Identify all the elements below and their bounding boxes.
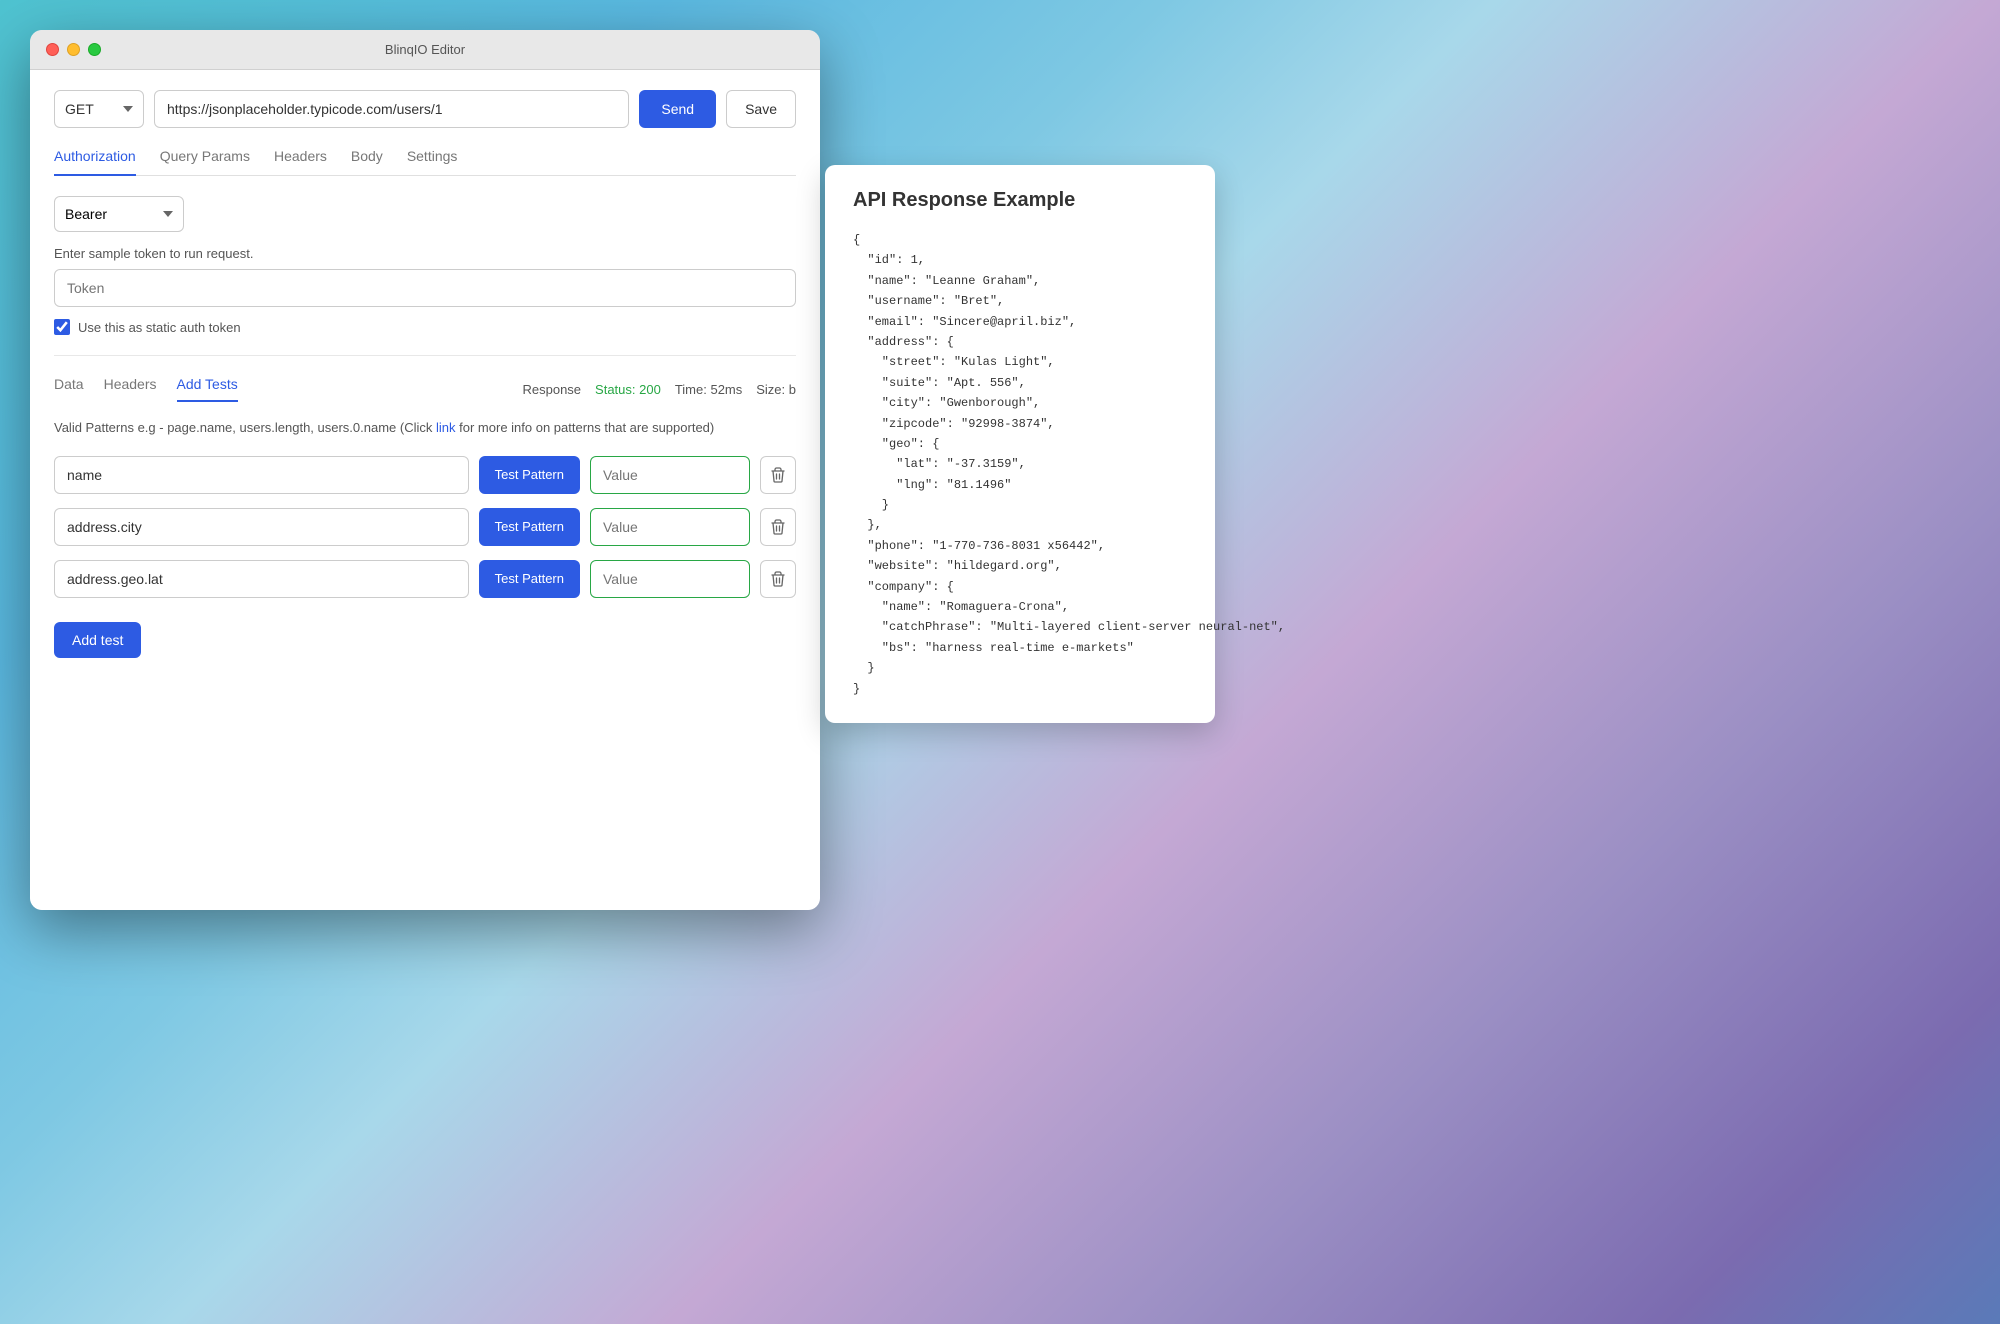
- save-button[interactable]: Save: [726, 90, 796, 128]
- tab-settings[interactable]: Settings: [407, 148, 458, 176]
- value-input-2[interactable]: [590, 508, 750, 546]
- traffic-lights: [46, 43, 101, 56]
- add-test-button[interactable]: Add test: [54, 622, 141, 658]
- tab-headers[interactable]: Headers: [274, 148, 327, 176]
- api-response-panel: API Response Example { "id": 1, "name": …: [825, 165, 1215, 723]
- url-input[interactable]: [154, 90, 629, 128]
- pattern-info: Valid Patterns e.g - page.name, users.le…: [54, 418, 796, 438]
- editor-window: BlinqIO Editor GET POST PUT DELETE PATCH…: [30, 30, 820, 910]
- pattern-link[interactable]: link: [436, 420, 456, 435]
- test-row: Test Pattern: [54, 456, 796, 494]
- auth-section: Bearer Basic API Key No Auth Enter sampl…: [54, 196, 796, 335]
- window-content: GET POST PUT DELETE PATCH Send Save Auth…: [30, 70, 820, 910]
- trash-icon: [771, 519, 785, 535]
- json-content: { "id": 1, "name": "Leanne Graham", "use…: [853, 230, 1187, 699]
- title-bar: BlinqIO Editor: [30, 30, 820, 70]
- delete-button-3[interactable]: [760, 560, 796, 598]
- window-title: BlinqIO Editor: [385, 42, 465, 57]
- tab-authorization[interactable]: Authorization: [54, 148, 136, 176]
- section-divider: [54, 355, 796, 356]
- tab-response-headers[interactable]: Headers: [104, 376, 157, 402]
- time-label: Time: 52ms: [675, 382, 742, 397]
- value-input-1[interactable]: [590, 456, 750, 494]
- top-tabs: Authorization Query Params Headers Body …: [54, 148, 796, 176]
- tab-add-tests[interactable]: Add Tests: [177, 376, 238, 402]
- url-row: GET POST PUT DELETE PATCH Send Save: [54, 90, 796, 128]
- send-button[interactable]: Send: [639, 90, 716, 128]
- tab-body[interactable]: Body: [351, 148, 383, 176]
- minimize-button[interactable]: [67, 43, 80, 56]
- pattern-input-3[interactable]: [54, 560, 469, 598]
- test-pattern-button-3[interactable]: Test Pattern: [479, 560, 580, 598]
- auth-type-select[interactable]: Bearer Basic API Key No Auth: [54, 196, 184, 232]
- test-row: Test Pattern: [54, 560, 796, 598]
- response-label: Response: [523, 382, 582, 397]
- response-info: Response Status: 200 Time: 52ms Size: b: [523, 382, 797, 397]
- size-label: Size: b: [756, 382, 796, 397]
- token-input[interactable]: [54, 269, 796, 307]
- status-badge: Status: 200: [595, 382, 661, 397]
- pattern-input-1[interactable]: [54, 456, 469, 494]
- pattern-input-2[interactable]: [54, 508, 469, 546]
- tab-query-params[interactable]: Query Params: [160, 148, 250, 176]
- test-pattern-button-2[interactable]: Test Pattern: [479, 508, 580, 546]
- maximize-button[interactable]: [88, 43, 101, 56]
- token-label: Enter sample token to run request.: [54, 246, 796, 261]
- static-token-label: Use this as static auth token: [78, 320, 241, 335]
- trash-icon: [771, 571, 785, 587]
- method-select[interactable]: GET POST PUT DELETE PATCH: [54, 90, 144, 128]
- trash-icon: [771, 467, 785, 483]
- delete-button-1[interactable]: [760, 456, 796, 494]
- tab-data[interactable]: Data: [54, 376, 84, 402]
- api-response-title: API Response Example: [853, 189, 1187, 212]
- test-pattern-button-1[interactable]: Test Pattern: [479, 456, 580, 494]
- bottom-tabs: Data Headers Add Tests: [54, 376, 523, 402]
- test-row: Test Pattern: [54, 508, 796, 546]
- close-button[interactable]: [46, 43, 59, 56]
- value-input-3[interactable]: [590, 560, 750, 598]
- delete-button-2[interactable]: [760, 508, 796, 546]
- static-token-checkbox[interactable]: [54, 319, 70, 335]
- static-token-row: Use this as static auth token: [54, 319, 796, 335]
- bottom-tabs-row: Data Headers Add Tests Response Status: …: [54, 376, 796, 402]
